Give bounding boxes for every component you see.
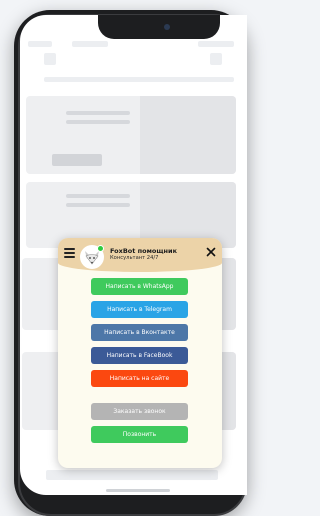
placeholder-nav-item (72, 41, 108, 47)
camera-icon (164, 24, 170, 30)
placeholder-footer (46, 470, 218, 480)
telegram-button[interactable]: Написать в Telegram (91, 301, 188, 318)
placeholder-text-line (66, 111, 130, 115)
whatsapp-button[interactable]: Написать в WhatsApp (91, 278, 188, 295)
vkontakte-button[interactable]: Написать в Вконтакте (91, 324, 188, 341)
placeholder-logo (44, 53, 56, 65)
placeholder-card-image (140, 96, 236, 174)
widget-title: FoxBot помощник (110, 247, 178, 255)
placeholder-nav-item (198, 41, 234, 47)
placeholder-text-line (66, 194, 130, 198)
home-indicator (106, 489, 170, 492)
facebook-button[interactable]: Написать в FaceBook (91, 347, 188, 364)
chat-widget: FoxBot помощник Консультант 24/7 Написат… (58, 238, 222, 468)
placeholder-card (26, 96, 236, 174)
placeholder-nav-item (28, 41, 52, 47)
phone-notch (98, 15, 220, 39)
hamburger-menu-icon[interactable] (64, 248, 75, 258)
site-chat-button[interactable]: Написать на сайте (91, 370, 188, 387)
widget-subtitle: Консультант 24/7 (110, 255, 159, 261)
placeholder-card-button (52, 154, 102, 166)
placeholder-divider (44, 77, 234, 82)
call-button[interactable]: Позвонить (91, 426, 188, 443)
request-call-button[interactable]: Заказать звонок (91, 403, 188, 420)
placeholder-text-line (66, 203, 130, 207)
close-icon[interactable] (206, 247, 216, 257)
chat-header: FoxBot помощник Консультант 24/7 (58, 238, 222, 272)
placeholder-text-line (66, 120, 130, 124)
online-status-dot (97, 245, 104, 252)
placeholder-menu-icon (210, 53, 222, 65)
